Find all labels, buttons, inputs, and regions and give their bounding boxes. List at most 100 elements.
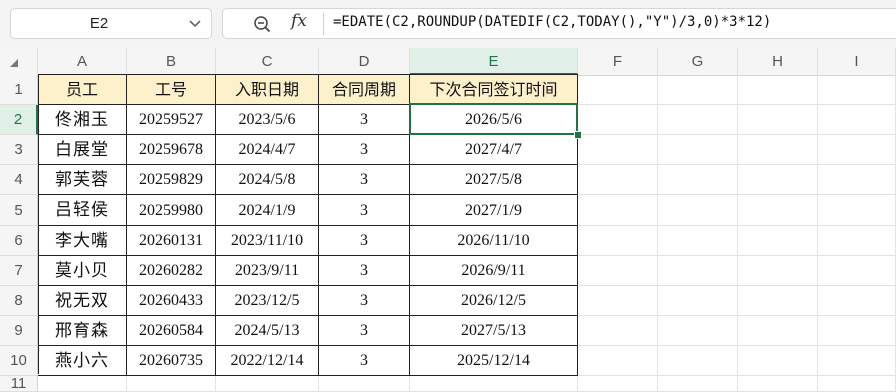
empty-cell[interactable] [578,75,658,105]
row-header-9[interactable]: 9 [0,316,38,346]
empty-cell[interactable] [818,316,896,346]
empty-cell[interactable] [738,195,818,226]
table-header-cell[interactable]: 工号 [127,75,216,105]
empty-cell[interactable] [738,75,818,105]
cell-hire-date[interactable]: 2024/5/8 [216,165,319,195]
empty-cell[interactable] [578,376,658,392]
cell-hire-date[interactable]: 2024/4/7 [216,135,319,165]
fill-handle[interactable] [574,131,582,139]
column-header-d[interactable]: D [319,48,410,75]
chevron-down-icon[interactable] [189,20,201,28]
row-header-4[interactable]: 4 [0,165,38,195]
cell-hire-date[interactable]: 2023/5/6 [216,105,319,135]
cell-hire-date[interactable]: 2023/9/11 [216,256,319,286]
formula-input[interactable]: =EDATE(C2,ROUNDUP(DATEDIF(C2,TODAY(),"Y"… [333,14,771,30]
cell-contract-period[interactable]: 3 [319,316,410,346]
row-header-5[interactable]: 5 [0,195,38,226]
cell-hire-date[interactable]: 2024/1/9 [216,195,319,226]
empty-cell[interactable] [578,105,658,135]
cell-hire-date[interactable]: 2022/12/14 [216,346,319,376]
cell-contract-period[interactable]: 3 [319,135,410,165]
cell-employee[interactable]: 燕小六 [38,346,127,376]
cell-employee[interactable]: 李大嘴 [38,226,127,256]
cell-contract-period[interactable]: 3 [319,256,410,286]
cell-next-renewal[interactable]: 2027/4/7 [410,135,578,165]
cell-employee-id[interactable]: 20259980 [127,195,216,226]
column-header-b[interactable]: B [127,48,216,75]
empty-cell[interactable] [658,195,738,226]
cell-employee[interactable]: 莫小贝 [38,256,127,286]
empty-cell[interactable] [738,105,818,135]
formula-bar[interactable]: fx =EDATE(C2,ROUNDUP(DATEDIF(C2,TODAY(),… [222,8,896,39]
cell-employee-id[interactable]: 20259527 [127,105,216,135]
empty-cell[interactable] [818,105,896,135]
empty-cell[interactable] [818,256,896,286]
empty-cell[interactable] [738,316,818,346]
empty-cell[interactable] [658,256,738,286]
cell-next-renewal[interactable]: 2027/5/8 [410,165,578,195]
cell-employee-id[interactable]: 20260735 [127,346,216,376]
empty-cell[interactable] [738,135,818,165]
empty-cell[interactable] [818,376,896,392]
cell-employee-id[interactable]: 20260131 [127,226,216,256]
cell-next-renewal[interactable]: 2026/12/5 [410,286,578,316]
empty-cell[interactable] [818,226,896,256]
empty-cell[interactable] [818,195,896,226]
column-header-i[interactable]: I [818,48,896,75]
empty-cell[interactable] [658,286,738,316]
empty-cell[interactable] [738,286,818,316]
empty-cell[interactable] [127,376,216,392]
cell-next-renewal[interactable]: 2026/11/10 [410,226,578,256]
cell-employee[interactable]: 白展堂 [38,135,127,165]
empty-cell[interactable] [658,376,738,392]
row-header-1[interactable]: 1 [0,75,38,105]
empty-cell[interactable] [319,376,410,392]
row-header-10[interactable]: 10 [0,346,38,376]
row-header-11[interactable]: 11 [0,376,38,392]
empty-cell[interactable] [738,376,818,392]
cell-contract-period[interactable]: 3 [319,195,410,226]
empty-cell[interactable] [738,346,818,376]
cell-employee[interactable]: 郭芙蓉 [38,165,127,195]
empty-cell[interactable] [738,165,818,195]
empty-cell[interactable] [818,165,896,195]
cell-employee-id[interactable]: 20260282 [127,256,216,286]
empty-cell[interactable] [818,286,896,316]
empty-cell[interactable] [658,316,738,346]
empty-cell[interactable] [578,316,658,346]
empty-cell[interactable] [658,135,738,165]
column-header-g[interactable]: G [658,48,738,75]
cell-hire-date[interactable]: 2023/12/5 [216,286,319,316]
empty-cell[interactable] [578,256,658,286]
empty-cell[interactable] [658,165,738,195]
column-header-h[interactable]: H [738,48,818,75]
empty-cell[interactable] [818,346,896,376]
row-header-6[interactable]: 6 [0,226,38,256]
empty-cell[interactable] [578,165,658,195]
empty-cell[interactable] [578,286,658,316]
cell-contract-period[interactable]: 3 [319,105,410,135]
empty-cell[interactable] [658,105,738,135]
column-header-a[interactable]: A [38,48,127,75]
empty-cell[interactable] [216,376,319,392]
cell-employee[interactable]: 祝无双 [38,286,127,316]
cell-next-renewal[interactable]: 2026/9/11 [410,256,578,286]
cell-employee-id[interactable]: 20260584 [127,316,216,346]
zoom-icon[interactable] [253,15,271,33]
cell-employee-id[interactable]: 20259678 [127,135,216,165]
column-header-f[interactable]: F [578,48,658,75]
cell-hire-date[interactable]: 2023/11/10 [216,226,319,256]
empty-cell[interactable] [818,135,896,165]
name-box[interactable]: E2 [10,8,212,39]
cell-employee-id[interactable]: 20260433 [127,286,216,316]
empty-cell[interactable] [578,226,658,256]
empty-cell[interactable] [578,195,658,226]
row-header-8[interactable]: 8 [0,286,38,316]
cell-employee-id[interactable]: 20259829 [127,165,216,195]
row-header-3[interactable]: 3 [0,135,38,165]
empty-cell[interactable] [578,135,658,165]
table-header-cell[interactable]: 合同周期 [319,75,410,105]
active-cell-selection[interactable] [409,103,578,135]
cell-hire-date[interactable]: 2024/5/13 [216,316,319,346]
cell-next-renewal[interactable]: 2025/12/14 [410,346,578,376]
